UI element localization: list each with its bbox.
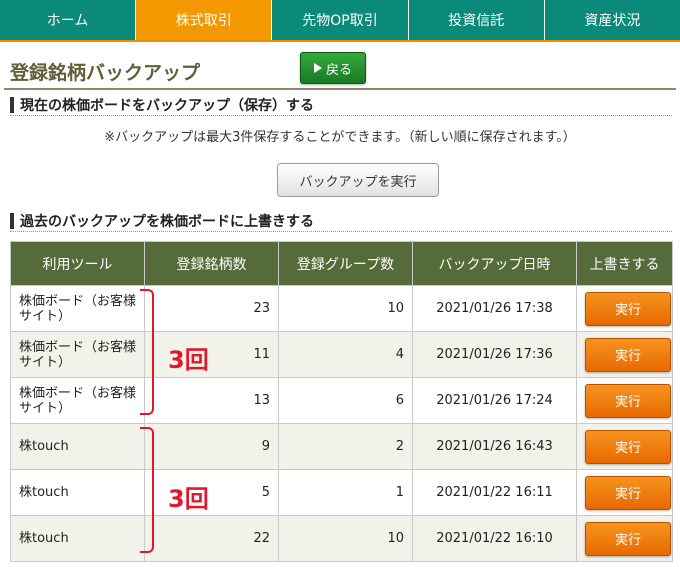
cell-action: 実行 (576, 469, 673, 516)
execute-button[interactable]: 実行 (585, 475, 671, 510)
col-header-stock-count: 登録銘柄数 (144, 241, 279, 286)
cell-tool: 株価ボード（お客様サイト） (10, 285, 145, 332)
cell-stock-count: 9 (144, 423, 279, 470)
cell-stock-count: 22 (144, 515, 279, 562)
execute-button[interactable]: 実行 (585, 291, 671, 326)
table-row: 株touch 5 1 2021/01/22 16:11 実行 (10, 469, 673, 516)
execute-button[interactable]: 実行 (585, 337, 671, 372)
cell-tool: 株価ボード（お客様サイト） (10, 377, 145, 424)
execute-button[interactable]: 実行 (585, 429, 671, 464)
col-header-group-count: 登録グループ数 (278, 241, 413, 286)
table-row: 株価ボード（お客様サイト） 23 10 2021/01/26 17:38 実行 (10, 285, 673, 332)
table-row: 株価ボード（お客様サイト） 13 6 2021/01/26 17:24 実行 (10, 377, 673, 424)
table-row: 株価ボード（お客様サイト） 11 4 2021/01/26 17:36 実行 (10, 331, 673, 378)
nav-tab-home[interactable]: ホーム (0, 0, 137, 40)
nav-tab-investment-trust[interactable]: 投資信託 (409, 0, 545, 40)
backup-table: 利用ツール 登録銘柄数 登録グループ数 バックアップ日時 上書きする 株価ボード… (10, 241, 673, 562)
cell-datetime: 2021/01/22 16:10 (412, 515, 577, 562)
title-divider (4, 88, 676, 90)
run-backup-button[interactable]: バックアップを実行 (277, 163, 439, 197)
section-heading-restore: 過去のバックアップを株価ボードに上書きする (10, 210, 672, 232)
nav-tab-futures-options[interactable]: 先物OP取引 (272, 0, 409, 40)
backup-note: ※バックアップは最大3件保存することができます。（新しい順に保存されます。） (104, 130, 576, 145)
col-header-tool: 利用ツール (10, 241, 145, 286)
cell-datetime: 2021/01/26 17:36 (412, 331, 577, 378)
section-heading-restore-text: 過去のバックアップを株価ボードに上書きする (20, 213, 314, 230)
title-row: 登録銘柄バックアップ 戻る (0, 44, 680, 92)
cell-stock-count: 23 (144, 285, 279, 332)
cell-datetime: 2021/01/26 17:38 (412, 285, 577, 332)
annotation-bracket-group1 (140, 289, 154, 415)
cell-stock-count: 13 (144, 377, 279, 424)
cell-group-count: 1 (278, 469, 413, 516)
cell-action: 実行 (576, 285, 673, 332)
cell-stock-count: 5 (144, 469, 279, 516)
execute-button[interactable]: 実行 (585, 521, 671, 556)
cell-tool: 株touch (10, 469, 145, 516)
cell-tool: 株touch (10, 515, 145, 562)
cell-tool: 株touch (10, 423, 145, 470)
cell-tool: 株価ボード（お客様サイト） (10, 331, 145, 378)
cell-group-count: 2 (278, 423, 413, 470)
section-heading-backup-text: 現在の株価ボードをバックアップ（保存）する (20, 97, 314, 114)
cell-group-count: 10 (278, 515, 413, 562)
section-heading-backup: 現在の株価ボードをバックアップ（保存）する (10, 94, 672, 116)
cell-action: 実行 (576, 515, 673, 562)
cell-datetime: 2021/01/22 16:11 (412, 469, 577, 516)
annotation-count-group2: 3回 (168, 485, 209, 513)
cell-group-count: 4 (278, 331, 413, 378)
execute-button[interactable]: 実行 (585, 383, 671, 418)
top-nav: ホーム 株式取引 先物OP取引 投資信託 資産状況 (0, 0, 680, 42)
annotation-count-group1: 3回 (168, 346, 209, 374)
table-header-row: 利用ツール 登録銘柄数 登録グループ数 バックアップ日時 上書きする (10, 241, 673, 286)
cell-action: 実行 (576, 423, 673, 470)
table-row: 株touch 22 10 2021/01/22 16:10 実行 (10, 515, 673, 562)
cell-action: 実行 (576, 377, 673, 424)
heading-bar (10, 212, 14, 229)
cell-datetime: 2021/01/26 17:24 (412, 377, 577, 424)
nav-tab-stock-trading[interactable]: 株式取引 (136, 0, 273, 40)
col-header-backup-datetime: バックアップ日時 (412, 241, 577, 286)
cell-action: 実行 (576, 331, 673, 378)
back-button[interactable]: 戻る (300, 52, 366, 84)
play-triangle-icon (313, 63, 322, 73)
nav-tab-asset-status[interactable]: 資産状況 (545, 0, 680, 40)
cell-datetime: 2021/01/26 16:43 (412, 423, 577, 470)
table-row: 株touch 9 2 2021/01/26 16:43 実行 (10, 423, 673, 470)
back-button-label: 戻る (325, 62, 352, 78)
cell-group-count: 6 (278, 377, 413, 424)
cell-group-count: 10 (278, 285, 413, 332)
heading-bar (10, 96, 14, 113)
annotation-bracket-group2 (140, 427, 154, 553)
cell-stock-count: 11 (144, 331, 279, 378)
page-title: 登録銘柄バックアップ (10, 62, 201, 84)
col-header-overwrite: 上書きする (576, 241, 673, 286)
